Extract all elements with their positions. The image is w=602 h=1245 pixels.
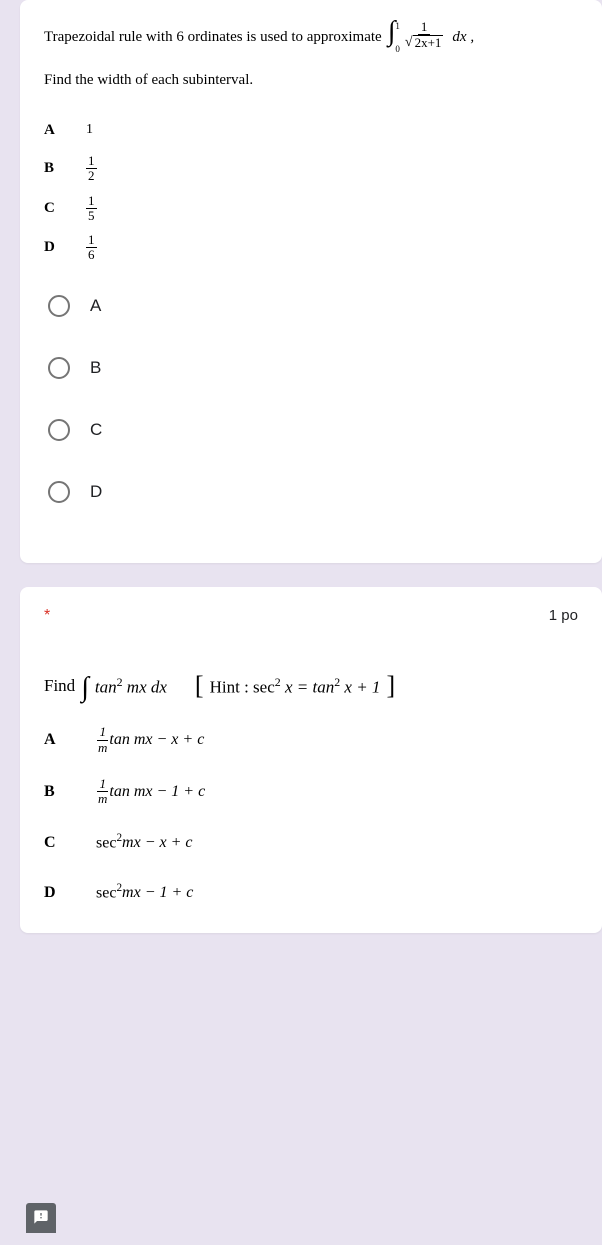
radio-option-c[interactable]: C bbox=[48, 419, 578, 441]
radio-circle-icon bbox=[48, 295, 70, 317]
table-row: D 16 bbox=[44, 233, 578, 263]
bracket-right-icon: ] bbox=[386, 676, 395, 697]
sqrt-icon bbox=[405, 35, 413, 50]
integral-expr: ∫ 1 0 1 2x+1 bbox=[388, 20, 447, 54]
table-row: A 1m tan mx − x + c bbox=[44, 725, 578, 755]
answer-key-table: A 1 B 12 C 15 D 16 bbox=[44, 116, 578, 263]
report-problem-button[interactable] bbox=[26, 1203, 56, 1233]
points-label: 1 po bbox=[549, 607, 578, 624]
answer-key-table-2: A 1m tan mx − x + c B 1m tan mx − 1 + c … bbox=[44, 725, 578, 906]
radio-circle-icon bbox=[48, 357, 70, 379]
radio-circle-icon bbox=[48, 481, 70, 503]
table-row: C sec2 mx − x + c bbox=[44, 829, 578, 857]
radio-option-b[interactable]: B bbox=[48, 357, 578, 379]
question-card-2: * 1 po Find ∫ tan2 mx dx [ Hint : sec2 x… bbox=[20, 587, 602, 933]
radio-option-a[interactable]: A bbox=[48, 295, 578, 317]
table-row: D sec2 mx − 1 + c bbox=[44, 879, 578, 907]
radio-group: A B C D bbox=[44, 295, 578, 503]
question-card-1: Trapezoidal rule with 6 ordinates is use… bbox=[20, 0, 602, 563]
radio-option-d[interactable]: D bbox=[48, 481, 578, 503]
required-asterisk: * bbox=[44, 607, 50, 625]
table-row: B 12 bbox=[44, 154, 578, 184]
radio-circle-icon bbox=[48, 419, 70, 441]
question-1-text: Trapezoidal rule with 6 ordinates is use… bbox=[44, 20, 578, 92]
report-icon bbox=[33, 1209, 49, 1228]
q1-line2: Find the width of each subinterval. bbox=[44, 68, 578, 92]
integral-symbol: ∫ bbox=[81, 678, 89, 698]
table-row: B 1m tan mx − 1 + c bbox=[44, 777, 578, 807]
integral-symbol: ∫ bbox=[388, 22, 396, 42]
dx-text: dx , bbox=[452, 25, 474, 49]
table-row: C 15 bbox=[44, 194, 578, 224]
q2-header: * 1 po bbox=[44, 607, 578, 625]
table-row: A 1 bbox=[44, 116, 578, 144]
q2-question: Find ∫ tan2 mx dx [ Hint : sec2 x = tan2… bbox=[44, 675, 578, 698]
q1-prefix: Trapezoidal rule with 6 ordinates is use… bbox=[44, 25, 382, 49]
bracket-left-icon: [ bbox=[195, 676, 204, 697]
